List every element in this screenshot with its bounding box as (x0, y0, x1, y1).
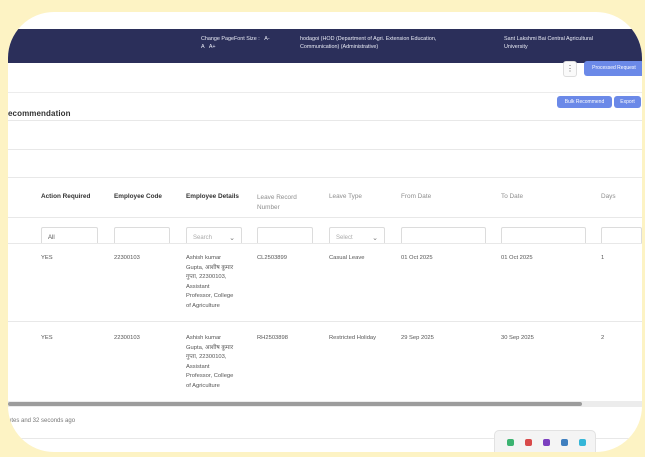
chevron-down-icon: ⌄ (229, 235, 235, 242)
column-header-leave-type[interactable]: Leave Type (329, 193, 362, 200)
employee-detail-line: Assistant (186, 363, 210, 370)
cell-days: 1 (601, 255, 605, 261)
font-size-label: Change PageFont Size : (201, 36, 260, 42)
column-header-employee-details[interactable]: Employee Details (186, 193, 239, 200)
export-button[interactable]: Export (614, 96, 641, 108)
employee-detail-line: of Agriculture (186, 382, 220, 389)
university-line1: Sant Lakshmi Bai Central Agricultural (504, 36, 593, 42)
cell-employee-details: Ashish kumar Gupta, आशीष कुमार गुप्ता, 2… (186, 334, 256, 392)
cell-from-date: 01 Oct 2025 (401, 255, 433, 261)
employee-detail-line: Assistant (186, 283, 210, 290)
cell-leave-record-number: RH2503898 (257, 335, 288, 341)
top-header-bar: Change PageFont Size : A- A A+ hodagoi (… (8, 29, 642, 63)
divider (8, 149, 642, 150)
column-header-to-date[interactable]: To Date (501, 193, 523, 200)
employee-details-filter-placeholder: Search (193, 235, 213, 241)
app-window: Change PageFont Size : A- A A+ hodagoi (… (8, 12, 642, 452)
leave-type-filter-placeholder: Select (336, 235, 353, 241)
divider (8, 217, 642, 218)
shield-icon[interactable] (561, 439, 568, 446)
app-icon[interactable] (543, 439, 550, 446)
divider (8, 120, 642, 121)
column-header-from-date[interactable]: From Date (401, 193, 431, 200)
employee-detail-line: गुप्ता, 22300103, (186, 274, 227, 281)
more-options-icon[interactable]: ⋮ (563, 61, 577, 77)
last-updated-text: utes and 32 seconds ago (8, 418, 76, 424)
system-tray-popup (494, 430, 596, 452)
cell-employee-code: 22300103 (114, 255, 140, 261)
processed-request-button[interactable]: Processed Request (584, 61, 642, 76)
cell-leave-type: Restricted Holiday (329, 335, 377, 341)
page-title: ecommendation (8, 109, 71, 118)
divider (8, 177, 642, 178)
toolbar-row (8, 63, 642, 93)
cell-from-date: 29 Sep 2025 (401, 335, 434, 341)
table-row[interactable]: YES 22300103 Ashish kumar Gupta, आशीष कु… (8, 244, 642, 320)
table-row[interactable]: YES 22300103 Ashish kumar Gupta, आशीष कु… (8, 322, 642, 400)
column-header-days[interactable]: Days (601, 193, 616, 200)
university-line2: University (504, 44, 528, 50)
employee-detail-line: गुप्ता, 22300103, (186, 354, 227, 361)
cell-employee-code: 22300103 (114, 335, 140, 341)
cell-days: 2 (601, 335, 605, 341)
action-required-filter-value: All (48, 235, 55, 241)
cell-to-date: 01 Oct 2025 (501, 255, 533, 261)
employee-detail-line: Gupta, आशीष कुमार (186, 264, 234, 271)
university-info: Sant Lakshmi Bai Central Agricultural Un… (504, 35, 593, 51)
bluetooth-icon[interactable] (579, 439, 586, 446)
font-increase-button[interactable]: A+ (209, 44, 216, 50)
chevron-down-icon: ⌄ (372, 235, 378, 242)
cell-leave-record-number: CL2503899 (257, 255, 287, 261)
cell-to-date: 30 Sep 2025 (501, 335, 534, 341)
column-header-employee-code[interactable]: Employee Code (114, 193, 162, 200)
employee-detail-line: Professor, College (186, 293, 234, 300)
user-role-info: hodagoi (HOD (Department of Agri. Extens… (300, 35, 436, 51)
employee-detail-line: Ashish kumar (186, 335, 222, 341)
employee-detail-line: Ashish kumar (186, 255, 222, 261)
cell-action-required: YES (41, 255, 53, 261)
font-size-controls: Change PageFont Size : A- A A+ (201, 35, 270, 51)
column-header-action-required[interactable]: Action Required (41, 193, 90, 200)
bulk-recommend-button[interactable]: Bulk Recommend (557, 96, 612, 108)
app-icon[interactable] (525, 439, 532, 446)
font-normal-button[interactable]: A (201, 44, 204, 50)
column-header-leave-record-number[interactable]: Leave Record Number (257, 193, 317, 213)
font-decrease-button[interactable]: A- (264, 36, 269, 42)
cell-action-required: YES (41, 335, 53, 341)
cell-leave-type: Casual Leave (329, 255, 365, 261)
cell-employee-details: Ashish kumar Gupta, आशीष कुमार गुप्ता, 2… (186, 254, 256, 312)
scrollbar-thumb[interactable] (8, 402, 582, 406)
user-role-line1: hodagoi (HOD (Department of Agri. Extens… (300, 36, 437, 42)
employee-detail-line: of Agriculture (186, 302, 220, 309)
user-role-line2: Communication) (Administrative) (300, 44, 379, 50)
employee-detail-line: Gupta, आशीष कुमार (186, 344, 234, 351)
employee-detail-line: Professor, College (186, 373, 234, 380)
whatsapp-icon[interactable] (507, 439, 514, 446)
horizontal-scrollbar[interactable] (8, 401, 642, 407)
